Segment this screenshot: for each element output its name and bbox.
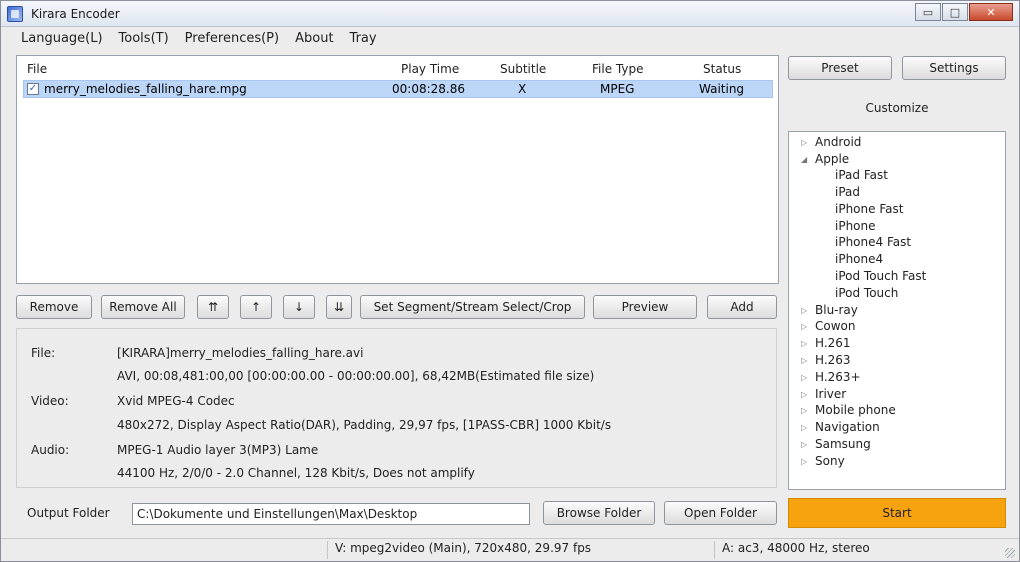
add-button[interactable]: Add xyxy=(707,295,777,319)
audio-codec: MPEG-1 Audio layer 3(MP3) Lame xyxy=(117,443,319,457)
tree-item-android[interactable]: Android xyxy=(815,135,861,149)
preview-button[interactable]: Preview xyxy=(593,295,697,319)
title-bar[interactable]: Kirara Encoder ▭ □ ✕ xyxy=(1,1,1019,27)
tree-item-ipad[interactable]: iPad xyxy=(835,185,860,199)
tree-item-samsung[interactable]: Samsung xyxy=(815,437,871,451)
expand-arrow-icon[interactable]: ▷ xyxy=(801,306,807,315)
output-folder-input[interactable] xyxy=(132,503,530,525)
column-header-file[interactable]: File xyxy=(27,62,47,76)
row-status: Waiting xyxy=(699,82,745,96)
tree-item-sony[interactable]: Sony xyxy=(815,454,845,468)
remove-button[interactable]: Remove xyxy=(16,295,92,319)
status-video-info: V: mpeg2video (Main), 720x480, 29.97 fps xyxy=(335,541,592,555)
file-list-header: File Play Time Subtitle File Type Status xyxy=(17,60,778,78)
expand-arrow-icon[interactable]: ▷ xyxy=(801,138,807,147)
open-folder-button[interactable]: Open Folder xyxy=(664,501,777,525)
tree-item-blu-ray[interactable]: Blu-ray xyxy=(815,303,858,317)
settings-button[interactable]: Settings xyxy=(902,56,1006,80)
expand-arrow-icon[interactable]: ▷ xyxy=(801,356,807,365)
tree-item-cowon[interactable]: Cowon xyxy=(815,319,855,333)
tree-item-h263-plus[interactable]: H.263+ xyxy=(815,370,861,384)
app-window: Kirara Encoder ▭ □ ✕ Language(L) Tools(T… xyxy=(0,0,1020,562)
menu-tools[interactable]: Tools(T) xyxy=(111,28,177,50)
preset-button[interactable]: Preset xyxy=(788,56,892,80)
move-up-button[interactable]: ↑ xyxy=(240,295,272,319)
tree-item-h261[interactable]: H.261 xyxy=(815,336,851,350)
audio-info-label: Audio: xyxy=(31,443,70,457)
tree-item-ipod-touch[interactable]: iPod Touch xyxy=(835,286,898,300)
row-subtitle: X xyxy=(518,82,527,96)
status-divider xyxy=(714,541,715,559)
browse-folder-button[interactable]: Browse Folder xyxy=(543,501,655,525)
expand-arrow-icon[interactable]: ▷ xyxy=(801,339,807,348)
preset-tree[interactable]: ▷ Android ◢ Apple iPad Fast iPad iPhone … xyxy=(788,131,1006,490)
window-title: Kirara Encoder xyxy=(31,7,120,21)
table-row[interactable]: ✓ merry_melodies_falling_hare.mpg 00:08:… xyxy=(23,80,773,98)
tree-item-iriver[interactable]: Iriver xyxy=(815,387,846,401)
tree-item-iphone4-fast[interactable]: iPhone4 Fast xyxy=(835,235,911,249)
start-button[interactable]: Start xyxy=(788,498,1006,528)
audio-details: 44100 Hz, 2/0/0 - 2.0 Channel, 128 Kbit/… xyxy=(117,466,475,480)
menu-language[interactable]: Language(L) xyxy=(13,28,111,50)
column-header-status[interactable]: Status xyxy=(703,62,741,76)
video-details: 480x272, Display Aspect Ratio(DAR), Padd… xyxy=(117,418,612,432)
video-codec: Xvid MPEG-4 Codec xyxy=(117,394,235,408)
segment-stream-crop-button[interactable]: Set Segment/Stream Select/Crop xyxy=(360,295,585,319)
status-audio-info: A: ac3, 48000 Hz, stereo xyxy=(722,541,870,555)
close-button[interactable]: ✕ xyxy=(969,3,1013,21)
file-details: AVI, 00:08,481:00,00 [00:00:00.00 - 00:0… xyxy=(117,369,595,383)
remove-all-button[interactable]: Remove All xyxy=(101,295,185,319)
column-header-file-type[interactable]: File Type xyxy=(592,62,643,76)
expand-arrow-icon[interactable]: ▷ xyxy=(801,406,807,415)
menu-bar: Language(L) Tools(T) Preferences(P) Abou… xyxy=(1,28,1019,50)
tree-item-ipad-fast[interactable]: iPad Fast xyxy=(835,168,888,182)
expand-arrow-icon[interactable]: ▷ xyxy=(801,390,807,399)
tree-item-iphone-fast[interactable]: iPhone Fast xyxy=(835,202,903,216)
resize-grip-icon[interactable] xyxy=(1005,548,1015,558)
expand-arrow-icon[interactable]: ▷ xyxy=(801,440,807,449)
video-info-label: Video: xyxy=(31,394,69,408)
file-list[interactable]: File Play Time Subtitle File Type Status… xyxy=(16,55,779,284)
row-file-type: MPEG xyxy=(600,82,635,96)
row-file-name: merry_melodies_falling_hare.mpg xyxy=(44,82,247,96)
tree-item-iphone4[interactable]: iPhone4 xyxy=(835,252,883,266)
tree-item-iphone[interactable]: iPhone xyxy=(835,219,876,233)
tree-item-navigation[interactable]: Navigation xyxy=(815,420,880,434)
tree-item-h263[interactable]: H.263 xyxy=(815,353,851,367)
maximize-button[interactable]: □ xyxy=(942,3,968,21)
row-play-time: 00:08:28.86 xyxy=(392,82,465,96)
status-divider xyxy=(327,541,328,559)
media-info-panel: File: [KIRARA]merry_melodies_falling_har… xyxy=(16,328,777,488)
move-to-top-button[interactable]: ⇈ xyxy=(197,295,229,319)
customize-label: Customize xyxy=(865,101,929,115)
status-bar: V: mpeg2video (Main), 720x480, 29.97 fps… xyxy=(1,538,1019,561)
tree-item-ipod-touch-fast[interactable]: iPod Touch Fast xyxy=(835,269,926,283)
app-logo-icon xyxy=(7,6,23,22)
expand-arrow-icon[interactable]: ▷ xyxy=(801,322,807,331)
row-checkbox[interactable]: ✓ xyxy=(27,83,39,95)
column-header-play-time[interactable]: Play Time xyxy=(401,62,459,76)
file-info-label: File: xyxy=(31,346,56,360)
collapse-arrow-icon[interactable]: ◢ xyxy=(801,155,807,164)
window-controls: ▭ □ ✕ xyxy=(915,3,1013,21)
menu-preferences[interactable]: Preferences(P) xyxy=(177,28,287,50)
move-to-bottom-button[interactable]: ⇊ xyxy=(326,295,352,319)
expand-arrow-icon[interactable]: ▷ xyxy=(801,373,807,382)
menu-tray[interactable]: Tray xyxy=(342,28,385,50)
output-folder-label: Output Folder xyxy=(27,506,110,520)
tree-item-mobile-phone[interactable]: Mobile phone xyxy=(815,403,896,417)
output-file-name: [KIRARA]merry_melodies_falling_hare.avi xyxy=(117,346,364,360)
minimize-button[interactable]: ▭ xyxy=(915,3,941,21)
expand-arrow-icon[interactable]: ▷ xyxy=(801,423,807,432)
tree-item-apple[interactable]: Apple xyxy=(815,152,849,166)
column-header-subtitle[interactable]: Subtitle xyxy=(500,62,546,76)
move-down-button[interactable]: ↓ xyxy=(283,295,315,319)
menu-about[interactable]: About xyxy=(287,28,341,50)
expand-arrow-icon[interactable]: ▷ xyxy=(801,457,807,466)
